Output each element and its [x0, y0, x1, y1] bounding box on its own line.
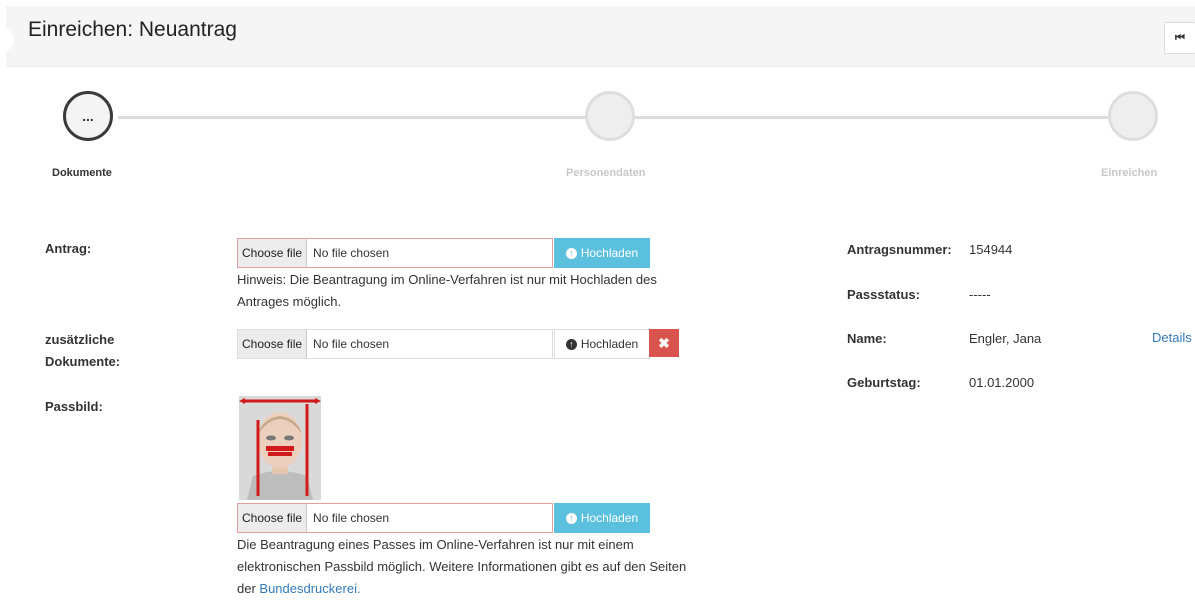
step-personendaten-label: Personendaten — [566, 167, 646, 179]
geburtstag-value: 01.01.2000 — [969, 375, 1035, 390]
passbild-label: Passbild: — [45, 399, 103, 414]
zusatz-delete-button[interactable]: ✖ — [649, 329, 679, 357]
page-title: Einreichen: Neuantrag — [28, 18, 237, 41]
zusatz-file-input[interactable]: Choose file No file chosen — [237, 329, 553, 359]
antrag-choose-file-button[interactable]: Choose file — [238, 239, 308, 267]
step-personendaten-circle[interactable] — [585, 91, 635, 141]
antrag-file-status: No file chosen — [313, 246, 390, 260]
passstatus-value: ----- — [969, 287, 991, 302]
passbild-hint: Die Beantragung eines Passes im Online-V… — [237, 534, 686, 600]
passbild-file-status: No file chosen — [313, 511, 390, 525]
upload-icon: ↑ — [565, 338, 577, 350]
sidebar-notch — [0, 28, 14, 52]
antragsnummer-value: 154944 — [969, 242, 1013, 257]
passbild-upload-label: Hochladen — [580, 511, 639, 525]
page-header: Einreichen: Neuantrag ⏮ — [0, 6, 1195, 67]
passbild-choose-file-button[interactable]: Choose file — [238, 504, 308, 532]
zusatz-label-line1: zusätzliche — [45, 332, 115, 347]
passbild-hint-prefix: der — [237, 581, 260, 596]
antrag-hint: Hinweis: Die Beantragung im Online-Verfa… — [237, 269, 657, 313]
bundesdruckerei-link[interactable]: Bundesdruckerei. — [259, 581, 360, 596]
collapse-button[interactable]: ⏮ — [1164, 22, 1195, 54]
zusatz-label-line2: Dokumente: — [45, 354, 121, 369]
antragsnummer-label: Antragsnummer: — [847, 242, 952, 257]
ellipsis-icon: ... — [82, 108, 94, 124]
antrag-upload-button[interactable]: ↑ Hochladen — [554, 238, 650, 268]
zusatz-file-status: No file chosen — [313, 337, 390, 351]
name-value: Engler, Jana — [969, 331, 1042, 346]
step-dokumente-circle[interactable]: ... — [63, 91, 113, 141]
upload-icon: ↑ — [565, 247, 577, 259]
zusatz-choose-file-button[interactable]: Choose file — [238, 330, 308, 358]
antrag-hint-line2: Antrages möglich. — [237, 294, 342, 309]
step-einreichen-circle[interactable] — [1108, 91, 1158, 141]
passbild-file-input[interactable]: Choose file No file chosen — [237, 503, 553, 533]
antrag-label: Antrag: — [45, 241, 92, 256]
passbild-upload-button[interactable]: ↑ Hochladen — [554, 503, 650, 533]
upload-icon: ↑ — [565, 512, 577, 524]
geburtstag-label: Geburtstag: — [847, 375, 921, 390]
name-label: Name: — [847, 331, 887, 346]
zusatz-label: zusätzliche Dokumente: — [45, 329, 120, 373]
passbild-preview-image — [239, 396, 321, 500]
passbild-hint-line3: der Bundesdruckerei. — [237, 578, 686, 600]
zusatz-upload-button[interactable]: ↑ Hochladen — [554, 329, 650, 359]
passbild-hint-line2: elektronischen Passbild möglich. Weitere… — [237, 559, 687, 574]
close-icon: ✖ — [658, 334, 670, 351]
step-dokumente-label: Dokumente — [52, 167, 112, 179]
zusatz-upload-label: Hochladen — [580, 337, 639, 351]
passbild-hint-line1: Die Beantragung eines Passes im Online-V… — [237, 537, 634, 552]
antrag-file-input[interactable]: Choose file No file chosen — [237, 238, 553, 268]
antrag-upload-label: Hochladen — [580, 246, 639, 260]
step-einreichen-label: Einreichen — [1101, 167, 1158, 179]
passstatus-label: Passstatus: — [847, 287, 920, 302]
skip-start-icon: ⏮ — [1175, 31, 1185, 44]
details-link[interactable]: Details — [1152, 330, 1192, 345]
antrag-hint-line1: Hinweis: Die Beantragung im Online-Verfa… — [237, 272, 657, 287]
